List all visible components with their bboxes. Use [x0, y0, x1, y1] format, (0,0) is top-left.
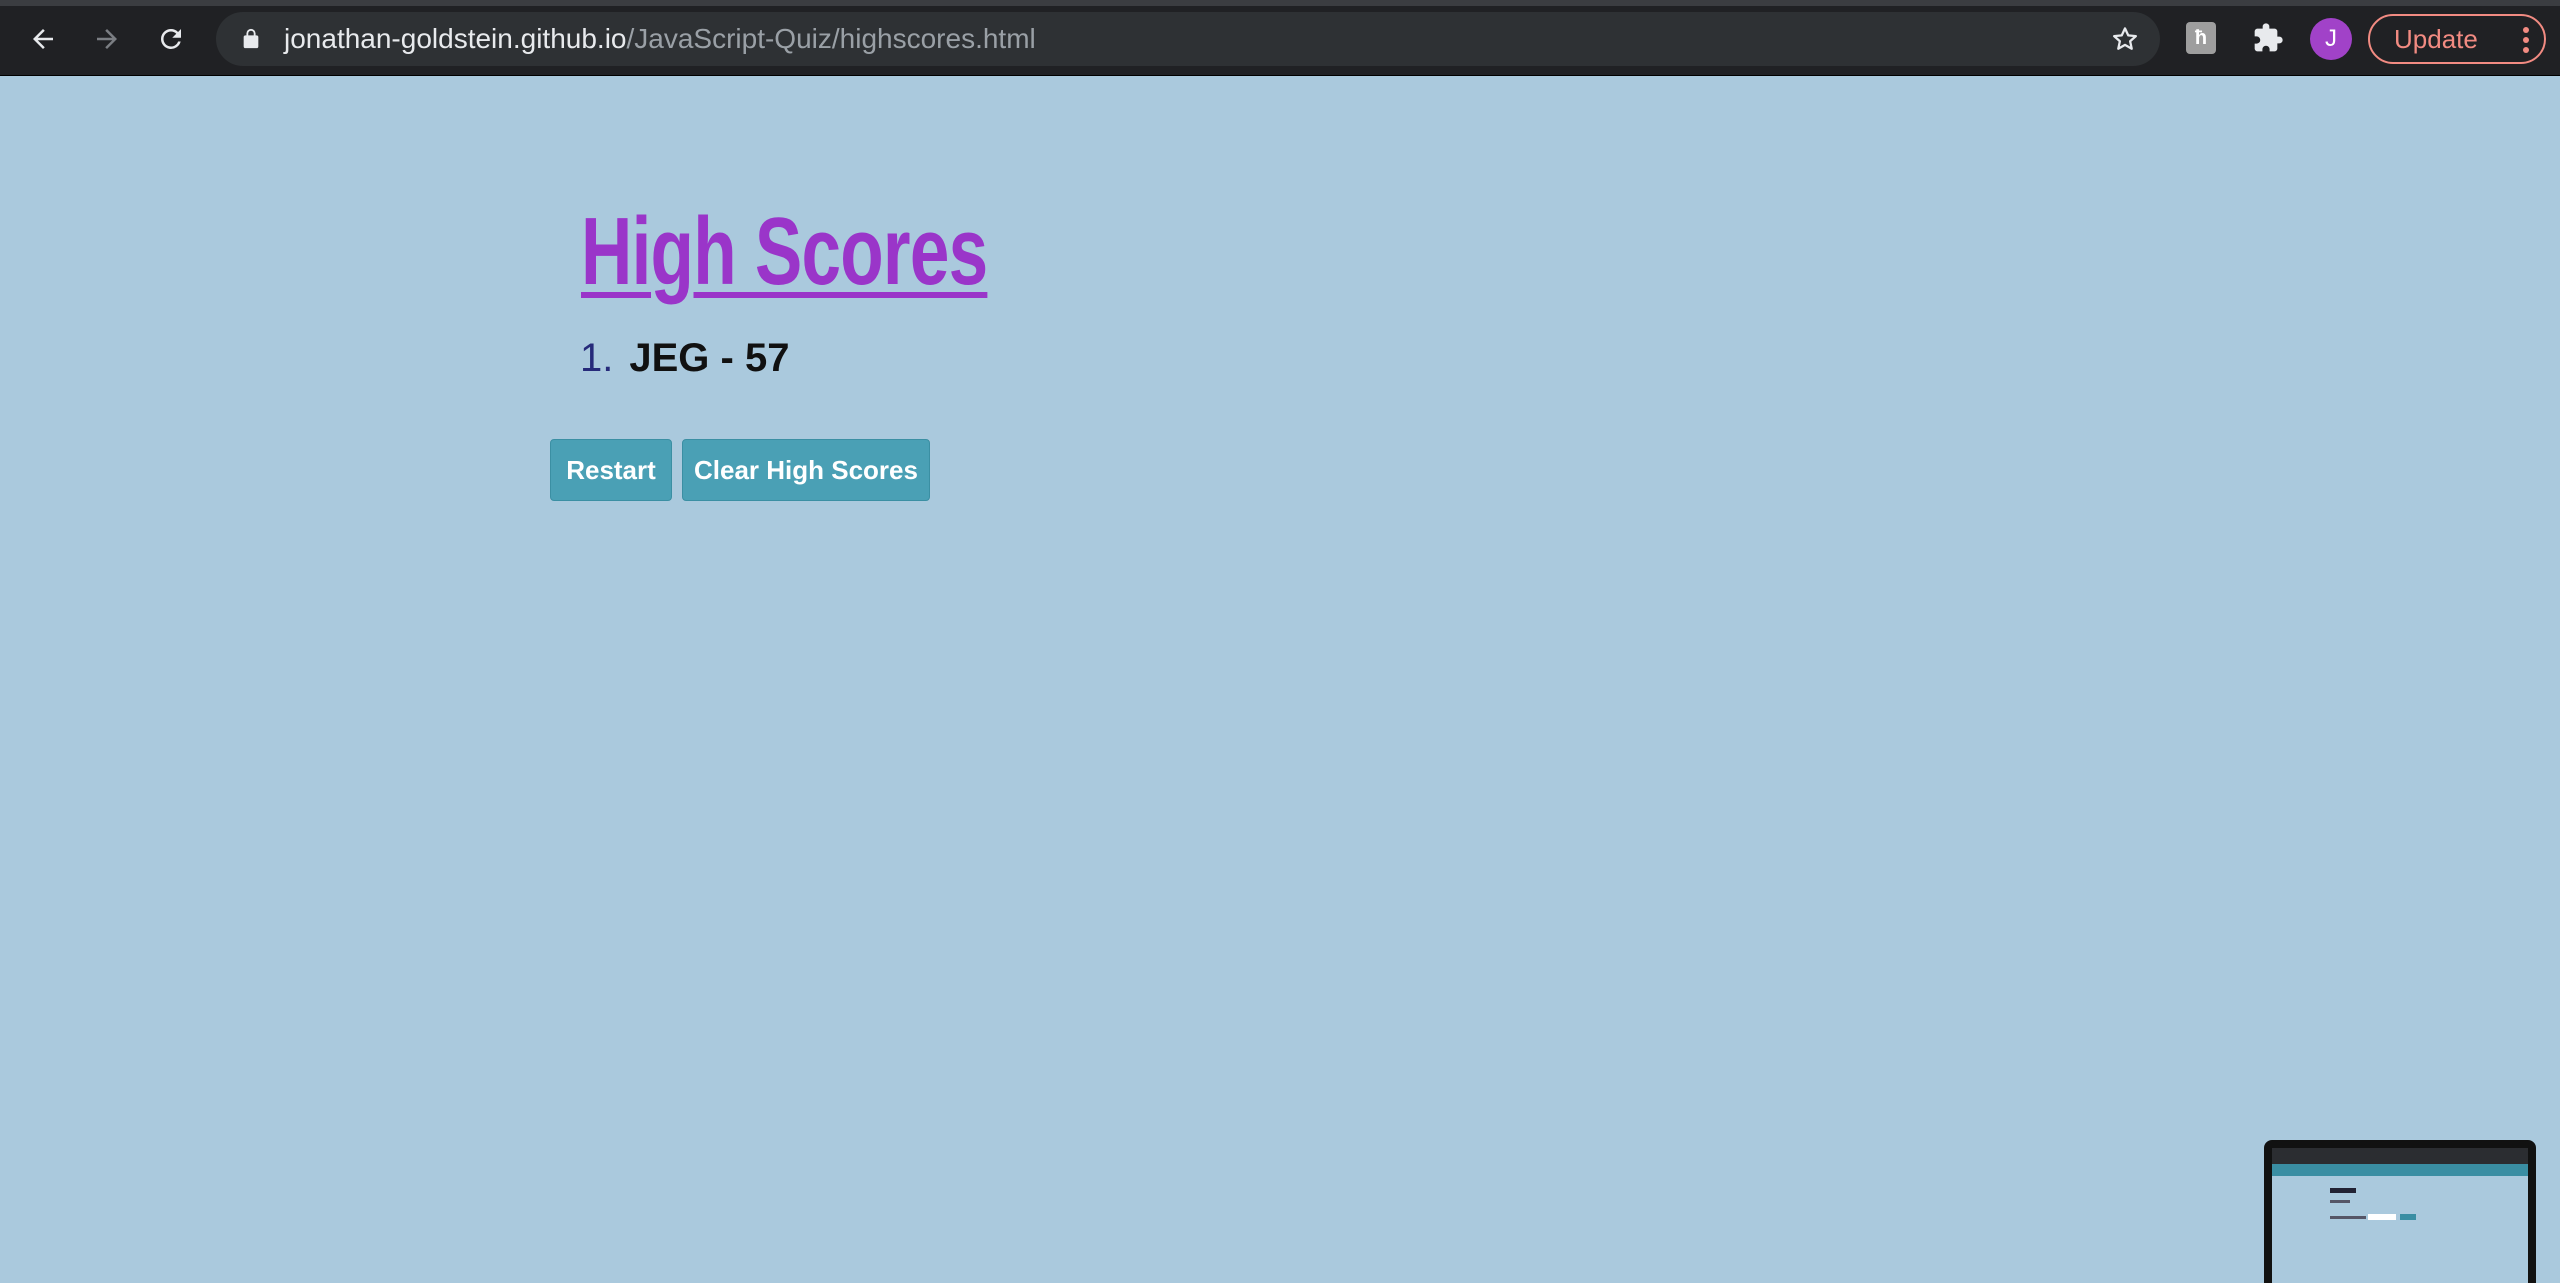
address-bar[interactable]: jonathan-goldstein.github.io/JavaScript-… — [216, 12, 2160, 66]
reload-button[interactable] — [150, 18, 192, 60]
lock-icon[interactable] — [240, 28, 262, 50]
url-text[interactable]: jonathan-goldstein.github.io/JavaScript-… — [284, 24, 1036, 54]
forward-button[interactable] — [86, 18, 128, 60]
back-arrow-icon — [33, 29, 53, 49]
url-host: jonathan-goldstein.github.io — [284, 23, 627, 54]
screenshot-thumbnail[interactable] — [2264, 1140, 2536, 1283]
page-title: High Scores — [581, 198, 988, 305]
update-button[interactable]: Update — [2368, 14, 2546, 64]
score-entry: JEG - 57 — [629, 336, 790, 380]
back-button[interactable] — [22, 18, 64, 60]
menu-dots-icon — [2523, 27, 2529, 53]
tab-strip-edge — [0, 0, 2560, 6]
star-icon[interactable] — [2110, 24, 2140, 54]
forward-arrow-icon — [97, 29, 117, 49]
thumbnail-input — [2368, 1214, 2396, 1220]
thumbnail-header — [2272, 1164, 2528, 1176]
high-score-list: 1. JEG - 57 — [580, 334, 789, 382]
thumbnail-image — [2272, 1148, 2528, 1283]
browser-toolbar: jonathan-goldstein.github.io/JavaScript-… — [0, 0, 2560, 76]
thumbnail-toolbar — [2272, 1148, 2528, 1164]
thumbnail-button — [2400, 1214, 2416, 1220]
extension-letter: ћ — [2194, 26, 2208, 49]
update-label: Update — [2394, 24, 2478, 54]
thumbnail-heading — [2330, 1188, 2356, 1193]
thumbnail-text — [2330, 1200, 2350, 1203]
list-item: 1. JEG - 57 — [580, 334, 789, 382]
reload-icon — [161, 29, 181, 49]
profile-avatar[interactable]: J — [2310, 18, 2352, 60]
clear-high-scores-button[interactable]: Clear High Scores — [682, 439, 930, 501]
extension-icon[interactable]: ћ — [2186, 22, 2216, 54]
url-path: /JavaScript-Quiz/highscores.html — [626, 23, 1036, 54]
extensions-button[interactable] — [2250, 20, 2286, 56]
restart-button[interactable]: Restart — [550, 439, 672, 501]
score-rank: 1. — [580, 336, 614, 380]
thumbnail-label — [2330, 1216, 2366, 1219]
puzzle-icon — [2254, 23, 2283, 52]
